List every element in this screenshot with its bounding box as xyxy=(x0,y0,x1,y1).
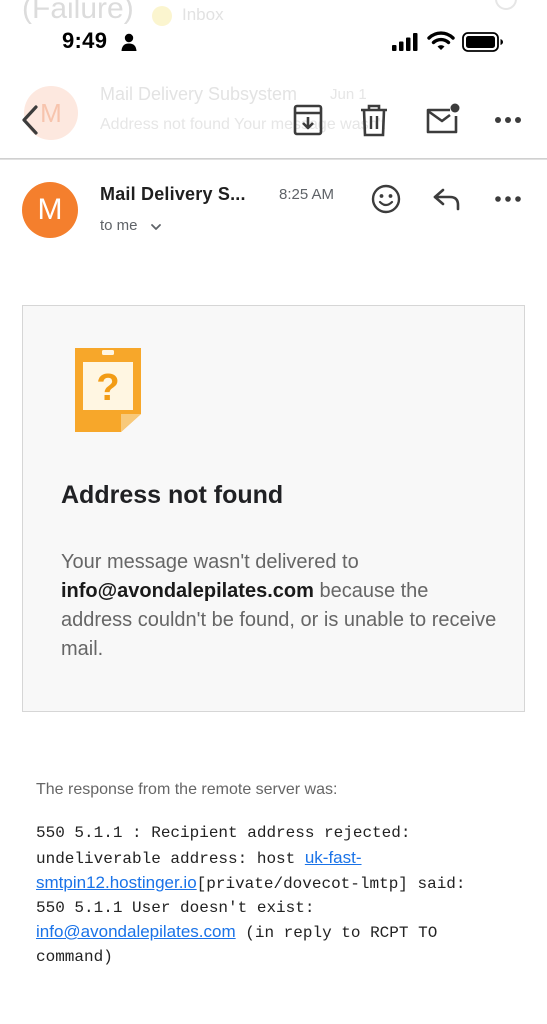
response-line: command) xyxy=(36,947,113,966)
message-time: 8:25 AM xyxy=(279,186,335,203)
emoji-reaction-icon[interactable] xyxy=(369,182,403,216)
mark-unread-icon[interactable] xyxy=(424,102,460,136)
response-line: undeliverable address: host uk-fast- xyxy=(36,846,506,872)
status-time: 9:49 xyxy=(62,28,108,53)
response-line: info@avondalepilates.com (in reply to RC… xyxy=(36,920,506,946)
message-toolbar xyxy=(0,62,547,160)
back-arrow-icon[interactable] xyxy=(14,100,50,140)
failed-recipient-email: info@avondalepilates.com xyxy=(61,580,314,602)
battery-icon xyxy=(462,32,503,52)
response-heading: The response from the remote server was: xyxy=(36,781,338,798)
email-link[interactable]: info@avondalepilates.com xyxy=(36,922,236,941)
host-link[interactable]: uk-fast- xyxy=(305,848,362,867)
status-bar: 9:49 xyxy=(0,22,547,62)
response-text: undeliverable address: host xyxy=(36,849,305,868)
server-response: 550 5.1.1 : Recipient address rejected: … xyxy=(36,822,506,969)
recipient-details[interactable]: to me xyxy=(100,217,138,234)
chevron-down-icon[interactable] xyxy=(150,222,162,232)
response-line: 550 5.1.1 : Recipient address rejected: xyxy=(36,824,411,842)
card-title: Address not found xyxy=(61,481,284,509)
reply-icon[interactable] xyxy=(430,184,464,214)
archive-icon[interactable] xyxy=(290,102,326,138)
trash-icon[interactable] xyxy=(358,102,390,138)
response-line: smtpin12.hostinger.io[private/dovecot-lm… xyxy=(36,871,506,897)
card-body: Your message wasn't delivered to info@av… xyxy=(61,548,501,664)
person-icon xyxy=(121,33,137,51)
response-text: (in reply to RCPT TO xyxy=(235,924,438,942)
svg-text:?: ? xyxy=(96,367,119,409)
question-document-icon: ? xyxy=(75,348,141,432)
sender-name[interactable]: Mail Delivery S... xyxy=(100,184,246,205)
wifi-icon xyxy=(427,31,455,50)
response-line: 550 5.1.1 User doesn't exist: xyxy=(36,898,315,917)
sender-avatar[interactable]: M xyxy=(22,182,78,238)
delivery-failure-card: ? Address not found Your message wasn't … xyxy=(22,305,525,712)
message-more-icon[interactable] xyxy=(492,192,524,206)
card-body-intro: Your message wasn't delivered to xyxy=(61,551,359,573)
more-options-icon[interactable] xyxy=(490,112,526,128)
host-link-continued[interactable]: smtpin12.hostinger.io xyxy=(36,873,197,892)
cellular-signal-icon xyxy=(392,33,418,51)
response-text: [private/dovecot-lmtp] said: xyxy=(196,875,466,893)
star-icon xyxy=(495,0,517,10)
